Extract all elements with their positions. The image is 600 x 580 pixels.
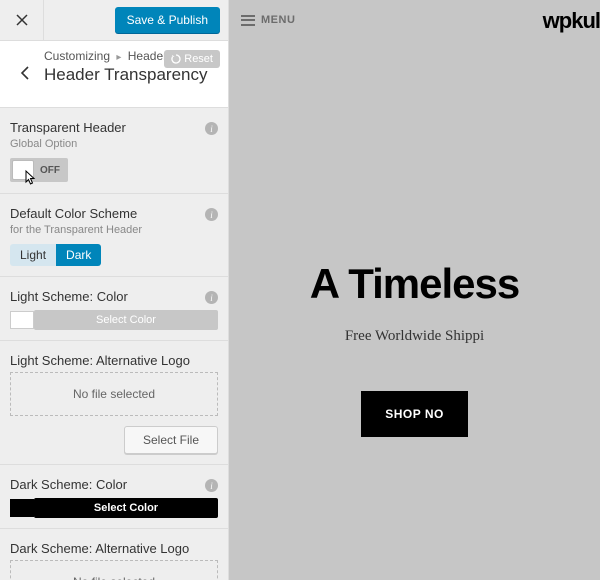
toggle-knob: [12, 160, 34, 180]
preview-pane: MENU wpkul A Timeless Free Worldwide Shi…: [229, 0, 600, 580]
light-color-swatch[interactable]: [10, 311, 34, 329]
controls-list: Transparent Header i Global Option OFF D…: [0, 108, 228, 580]
help-icon[interactable]: i: [205, 479, 218, 492]
shop-now-button[interactable]: SHOP NO: [361, 391, 468, 437]
customizer-sidebar: Save & Publish Customizing ▸ Header Head…: [0, 0, 229, 580]
caret-right-icon: ▸: [116, 52, 121, 63]
help-icon[interactable]: i: [205, 208, 218, 221]
section-title: Light Scheme: Color: [10, 289, 218, 304]
menu-button[interactable]: MENU: [241, 14, 295, 26]
section-dark-color: Dark Scheme: Color i Select Color: [0, 465, 228, 529]
section-desc: for the Transparent Header: [10, 224, 218, 236]
reset-icon: [171, 54, 181, 64]
help-icon[interactable]: i: [205, 291, 218, 304]
dark-logo-dropzone[interactable]: No file selected: [10, 560, 218, 580]
close-icon: [16, 14, 28, 26]
section-color-scheme: Default Color Scheme i for the Transpare…: [0, 194, 228, 277]
scheme-dark-button[interactable]: Dark: [56, 244, 101, 266]
hero-title: A Timeless: [229, 260, 600, 308]
menu-label: MENU: [261, 14, 295, 26]
close-button[interactable]: [0, 0, 44, 40]
light-select-file-button[interactable]: Select File: [124, 426, 218, 454]
transparent-header-toggle[interactable]: OFF: [10, 158, 68, 182]
light-select-color-button[interactable]: Select Color: [34, 310, 218, 330]
color-row: Select Color: [10, 498, 218, 518]
color-row: Select Color: [10, 310, 218, 330]
scheme-light-button[interactable]: Light: [10, 244, 56, 266]
dark-color-swatch[interactable]: [10, 499, 34, 517]
chevron-left-icon: [20, 66, 29, 80]
section-transparent-header: Transparent Header i Global Option OFF: [0, 108, 228, 194]
hero-subtitle: Free Worldwide Shippi: [229, 328, 600, 345]
reset-label: Reset: [184, 53, 213, 65]
breadcrumb-section: Header: [128, 49, 167, 63]
topbar-spacer: [44, 0, 107, 40]
section-dark-logo: Dark Scheme: Alternative Logo No file se…: [0, 529, 228, 580]
toggle-label: OFF: [34, 165, 66, 176]
sidebar-topbar: Save & Publish: [0, 0, 228, 40]
section-title: Dark Scheme: Alternative Logo: [10, 541, 218, 556]
hamburger-icon: [241, 15, 255, 26]
section-light-color: Light Scheme: Color i Select Color: [0, 277, 228, 341]
dark-select-color-button[interactable]: Select Color: [34, 498, 218, 518]
help-icon[interactable]: i: [205, 122, 218, 135]
breadcrumb: Customizing ▸ Header Header Transparency…: [0, 40, 228, 108]
section-title: Dark Scheme: Color: [10, 477, 218, 492]
breadcrumb-root: Customizing: [44, 49, 110, 63]
section-title: Transparent Header: [10, 120, 218, 135]
save-publish-button[interactable]: Save & Publish: [115, 7, 220, 33]
app-root: Save & Publish Customizing ▸ Header Head…: [0, 0, 600, 580]
back-button[interactable]: [10, 49, 38, 97]
page-title: Header Transparency: [44, 65, 218, 85]
light-logo-dropzone[interactable]: No file selected: [10, 372, 218, 416]
section-light-logo: Light Scheme: Alternative Logo No file s…: [0, 341, 228, 465]
preview-header: MENU wpkul: [229, 0, 600, 40]
scheme-segmented: Light Dark: [10, 244, 101, 266]
section-title: Light Scheme: Alternative Logo: [10, 353, 218, 368]
section-title: Default Color Scheme: [10, 206, 218, 221]
site-logo: wpkul: [543, 8, 600, 34]
section-desc: Global Option: [10, 138, 218, 150]
reset-button[interactable]: Reset: [164, 50, 220, 68]
hero: A Timeless Free Worldwide Shippi SHOP NO: [229, 260, 600, 437]
